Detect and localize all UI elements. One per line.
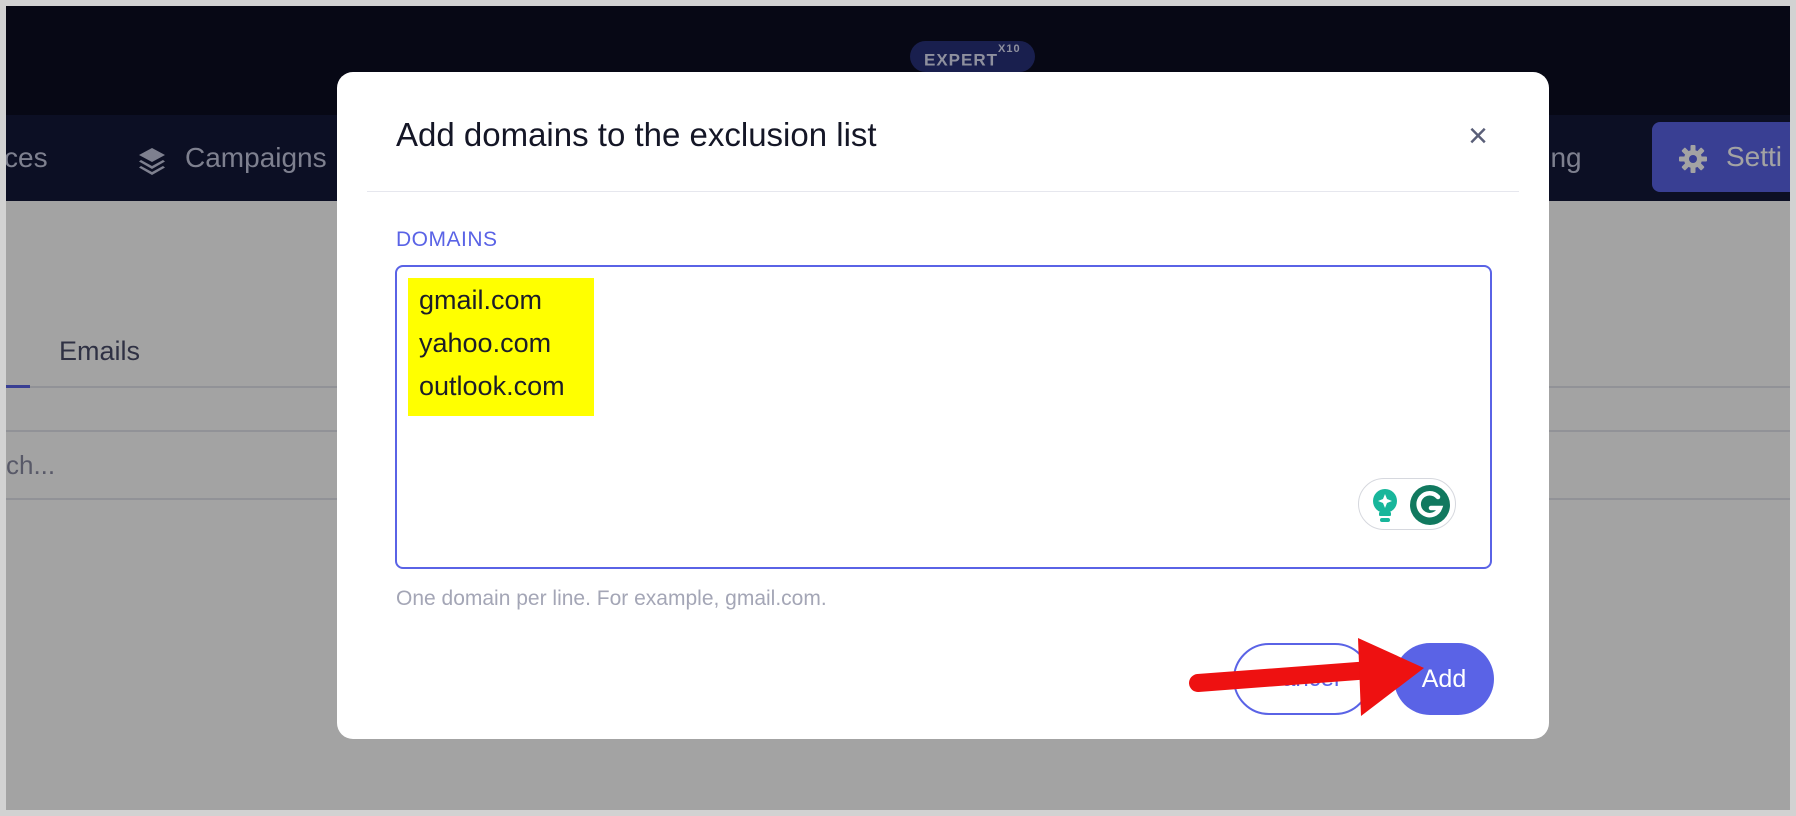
domains-label: DOMAINS	[396, 228, 498, 251]
domain-line: yahoo.com	[419, 328, 552, 358]
close-icon: ×	[1468, 117, 1488, 155]
close-button[interactable]: ×	[1460, 118, 1496, 154]
domain-line: gmail.com	[419, 285, 543, 315]
grammarly-widget[interactable]	[1358, 478, 1456, 530]
lightbulb-icon	[1373, 489, 1397, 522]
modal-title: Add domains to the exclusion list	[396, 116, 877, 153]
header-divider	[367, 191, 1519, 192]
helper-text: One domain per line. For example, gmail.…	[396, 587, 827, 610]
domains-textarea[interactable]: gmail.com yahoo.com outlook.com	[395, 265, 1492, 569]
grammarly-icon	[1410, 485, 1450, 525]
annotation-arrow-icon	[1189, 638, 1424, 716]
app-frame: EXPERTX10 ces Campaigns ling Setti Email…	[6, 6, 1790, 810]
domain-line: outlook.com	[419, 371, 565, 401]
